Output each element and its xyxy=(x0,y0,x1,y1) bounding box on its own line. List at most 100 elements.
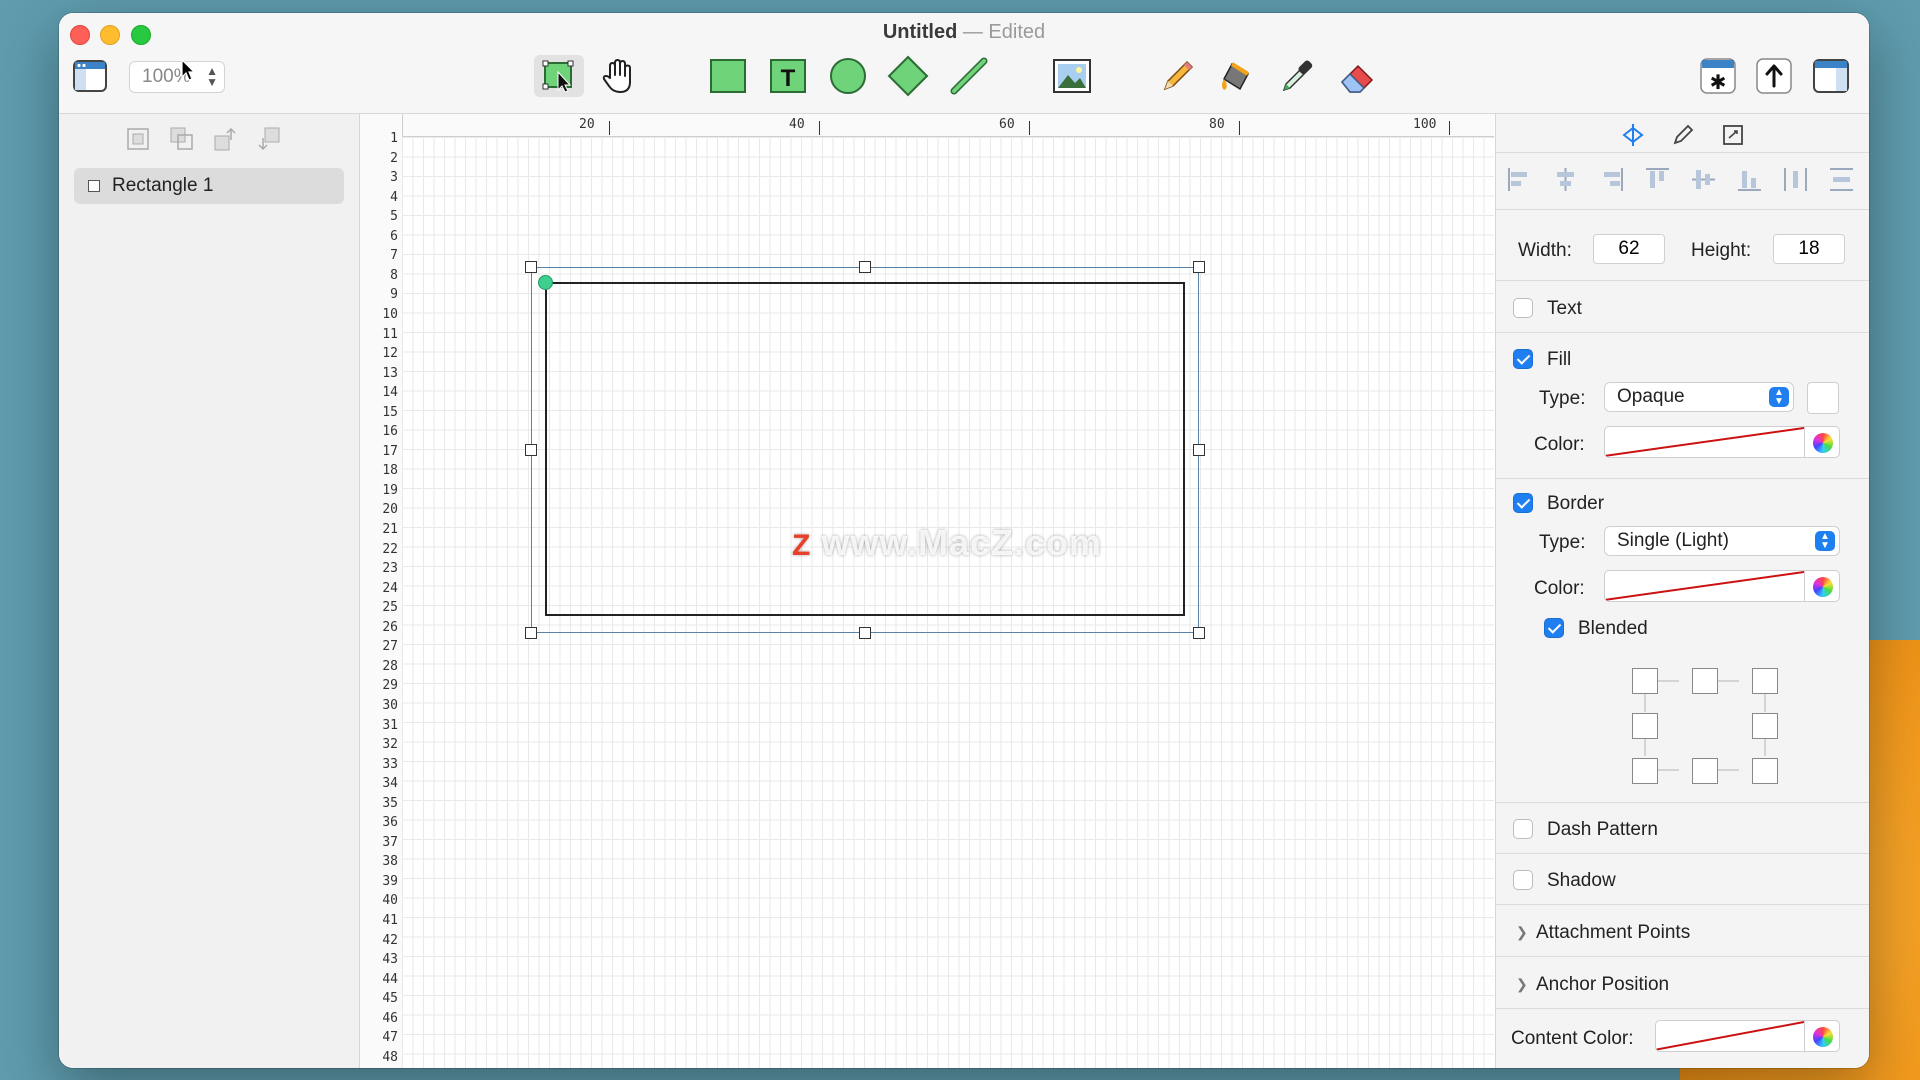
stepper-icon: ▲ ▼ xyxy=(1769,387,1789,407)
eraser-tool-button[interactable] xyxy=(1336,55,1380,97)
ruler-row-label: 12 xyxy=(382,346,398,362)
share-button[interactable] xyxy=(1753,55,1795,97)
ruler-row-label: 13 xyxy=(382,365,398,381)
ruler-row-label: 7 xyxy=(390,248,398,264)
resize-handle-top-right[interactable] xyxy=(1193,261,1205,273)
ruler-row-label: 16 xyxy=(382,424,398,440)
resize-handle-bottom[interactable] xyxy=(859,627,871,639)
pan-tool-button[interactable] xyxy=(595,55,639,97)
send-to-back-icon[interactable] xyxy=(257,126,283,152)
fill-type-select[interactable]: Opaque ▲ ▼ xyxy=(1604,382,1794,412)
content-color-well[interactable] xyxy=(1655,1020,1840,1052)
fill-checkbox[interactable] xyxy=(1513,349,1533,369)
sidebar-toggle-button[interactable] xyxy=(69,55,111,97)
border-side-right[interactable] xyxy=(1752,713,1778,739)
align-center-icon[interactable] xyxy=(1552,166,1579,193)
fill-pattern-swatch[interactable] xyxy=(1807,382,1839,414)
zoom-select[interactable]: 100% ▲ ▼ xyxy=(129,61,225,93)
symbol-button[interactable]: ✱ xyxy=(1697,55,1739,97)
border-color-well[interactable] xyxy=(1604,570,1840,602)
pencil-tool-button[interactable] xyxy=(1156,55,1200,97)
align-left-icon[interactable] xyxy=(1506,166,1533,193)
bring-to-front-icon[interactable] xyxy=(213,126,239,152)
text-checkbox[interactable] xyxy=(1513,298,1533,318)
ruler-row-label: 2 xyxy=(390,150,398,166)
fill-color-well[interactable] xyxy=(1604,426,1840,458)
rectangle-shape[interactable] xyxy=(545,282,1185,616)
select-tool-button[interactable] xyxy=(534,55,584,97)
rectangle-tool-button[interactable] xyxy=(706,55,750,97)
ruler-row-label: 44 xyxy=(382,971,398,987)
inspector-toggle-button[interactable] xyxy=(1810,55,1852,97)
align-middle-icon[interactable] xyxy=(1690,166,1717,193)
ellipse-tool-button[interactable] xyxy=(826,55,870,97)
align-bottom-icon[interactable] xyxy=(1736,166,1763,193)
paint-bucket-tool-button[interactable] xyxy=(1216,55,1260,97)
attachment-points-label: Attachment Points xyxy=(1536,922,1691,943)
send-backward-icon[interactable] xyxy=(169,126,195,152)
window-title: Untitled — Edited xyxy=(59,21,1869,44)
border-corner-top-right[interactable] xyxy=(1752,668,1778,694)
height-field[interactable]: 18 xyxy=(1773,234,1845,264)
bring-forward-icon[interactable] xyxy=(125,126,151,152)
border-corner-top-left[interactable] xyxy=(1632,668,1658,694)
ruler-row-label: 29 xyxy=(382,678,398,694)
text-icon: T xyxy=(770,59,806,93)
horizontal-ruler: 20 40 60 80 100 xyxy=(401,114,1494,137)
color-wheel-icon[interactable] xyxy=(1813,433,1833,453)
border-corner-bottom-left[interactable] xyxy=(1632,758,1658,784)
border-checkbox[interactable] xyxy=(1513,493,1533,513)
ruler-row-label: 27 xyxy=(382,639,398,655)
title-separator: — xyxy=(962,21,983,43)
content-color-label: Content Color: xyxy=(1511,1028,1634,1049)
text-tool-button[interactable]: T xyxy=(766,55,810,97)
watermark-logo: Z xyxy=(792,529,812,562)
rectangle-layer-icon xyxy=(88,180,100,192)
image-icon xyxy=(1053,59,1091,93)
resize-handle-left[interactable] xyxy=(525,444,537,456)
eyedropper-tool-button[interactable] xyxy=(1276,55,1320,97)
border-side-top[interactable] xyxy=(1692,668,1718,694)
width-field[interactable]: 62 xyxy=(1593,234,1665,264)
tab-document-icon[interactable] xyxy=(1720,122,1746,148)
resize-handle-right[interactable] xyxy=(1193,444,1205,456)
layers-sidebar: Rectangle 1 xyxy=(59,114,360,1068)
sidebar-icon xyxy=(73,60,107,92)
resize-handle-top[interactable] xyxy=(859,261,871,273)
ruler-row-label: 46 xyxy=(382,1010,398,1026)
eraser-icon xyxy=(1340,64,1374,93)
ruler-row-label: 3 xyxy=(390,170,398,186)
resize-handle-top-left[interactable] xyxy=(525,261,537,273)
line-tool-button[interactable] xyxy=(947,55,991,97)
border-color-label: Color: xyxy=(1534,578,1585,599)
image-tool-button[interactable] xyxy=(1050,55,1094,97)
tab-shape-icon[interactable] xyxy=(1620,122,1646,148)
align-right-icon[interactable] xyxy=(1598,166,1625,193)
origin-handle[interactable] xyxy=(538,275,553,290)
diamond-tool-button[interactable] xyxy=(886,55,930,97)
layer-item-rectangle-1[interactable]: Rectangle 1 xyxy=(74,168,344,204)
color-wheel-icon[interactable] xyxy=(1813,577,1833,597)
ruler-row-label: 22 xyxy=(382,541,398,557)
eyedropper-icon xyxy=(1282,60,1313,92)
color-wheel-icon[interactable] xyxy=(1813,1027,1833,1047)
dash-pattern-checkbox[interactable] xyxy=(1513,819,1533,839)
hand-icon xyxy=(602,59,631,93)
border-type-select[interactable]: Single (Light) ▲ ▼ xyxy=(1604,526,1840,556)
border-side-left[interactable] xyxy=(1632,713,1658,739)
no-color-icon xyxy=(1605,571,1805,601)
distribute-horizontal-icon[interactable] xyxy=(1782,166,1809,193)
ruler-tick-mark xyxy=(1449,121,1450,135)
blended-checkbox[interactable] xyxy=(1544,618,1564,638)
ruler-row-label: 23 xyxy=(382,561,398,577)
distribute-vertical-icon[interactable] xyxy=(1828,166,1855,193)
tab-style-icon[interactable] xyxy=(1670,122,1696,148)
border-side-bottom[interactable] xyxy=(1692,758,1718,784)
resize-handle-bottom-right[interactable] xyxy=(1193,627,1205,639)
shadow-checkbox[interactable] xyxy=(1513,870,1533,890)
align-top-icon[interactable] xyxy=(1644,166,1671,193)
resize-handle-bottom-left[interactable] xyxy=(525,627,537,639)
watermark-text: www.MacZ.com xyxy=(821,522,1103,563)
border-corner-bottom-right[interactable] xyxy=(1752,758,1778,784)
chevron-right-icon: ❯ xyxy=(1516,976,1528,992)
